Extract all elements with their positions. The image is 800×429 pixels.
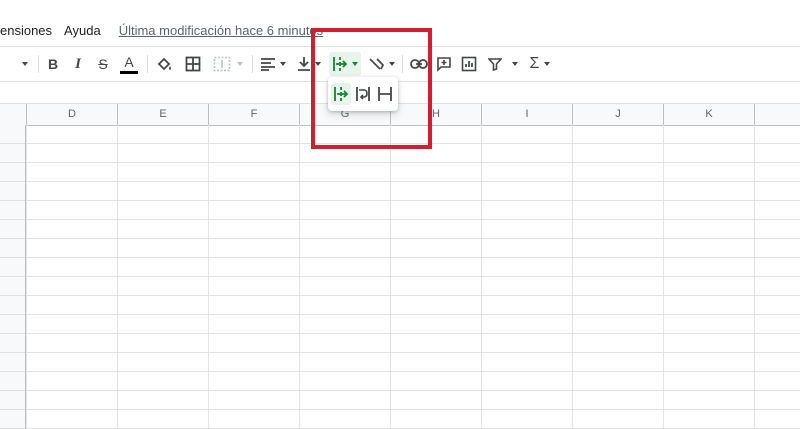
text-wrapping-icon bbox=[333, 57, 348, 71]
column-header[interactable]: E bbox=[118, 104, 209, 125]
horizontal-align-icon bbox=[261, 58, 275, 71]
borders-icon bbox=[185, 56, 201, 72]
italic-button[interactable]: I bbox=[69, 52, 87, 76]
toolbar-divider bbox=[147, 55, 148, 73]
text-rotation-icon bbox=[368, 58, 384, 70]
column-header[interactable]: J bbox=[573, 104, 664, 125]
text-color-icon: A bbox=[124, 53, 134, 70]
toolbar: B I S A Σ bbox=[0, 46, 800, 82]
wrap-icon bbox=[356, 87, 370, 101]
wrap-overflow-option[interactable] bbox=[331, 83, 351, 105]
caret-down-icon bbox=[352, 62, 358, 66]
column-header[interactable]: H bbox=[391, 104, 482, 125]
wrap-wrap-option[interactable] bbox=[353, 83, 373, 105]
strikethrough-button[interactable]: S bbox=[94, 52, 112, 76]
chart-icon bbox=[461, 56, 477, 72]
toolbar-divider bbox=[402, 55, 403, 73]
clip-icon bbox=[378, 87, 392, 101]
fill-color-icon bbox=[157, 57, 171, 71]
overflow-icon bbox=[334, 87, 349, 101]
functions-icon: Σ bbox=[529, 55, 540, 72]
vertical-align-button[interactable] bbox=[294, 52, 324, 76]
caret-down-icon bbox=[280, 62, 286, 66]
text-wrapping-menu bbox=[328, 77, 398, 111]
link-button[interactable] bbox=[408, 52, 430, 76]
chart-button[interactable] bbox=[458, 52, 480, 76]
text-color-button[interactable]: A bbox=[118, 52, 140, 76]
merge-cells-icon bbox=[213, 56, 231, 72]
functions-button[interactable]: Σ bbox=[526, 52, 554, 76]
caret-down-icon[interactable] bbox=[18, 52, 32, 76]
cell-grid[interactable] bbox=[0, 125, 800, 429]
wrap-clip-option[interactable] bbox=[375, 83, 395, 105]
horizontal-align-button[interactable] bbox=[258, 52, 288, 76]
text-rotation-button[interactable] bbox=[366, 52, 396, 76]
last-modified-link[interactable]: Última modificación hace 6 minutos bbox=[107, 23, 329, 38]
borders-button[interactable] bbox=[182, 52, 204, 76]
comment-icon bbox=[437, 57, 451, 72]
column-header-partial[interactable] bbox=[755, 104, 800, 125]
column-header[interactable]: I bbox=[482, 104, 573, 125]
text-wrapping-button[interactable] bbox=[329, 52, 361, 76]
caret-down-icon bbox=[237, 62, 243, 66]
row-headers[interactable] bbox=[0, 125, 26, 429]
caret-down-icon bbox=[512, 62, 518, 66]
caret-down-icon bbox=[388, 62, 395, 66]
filter-button[interactable] bbox=[484, 52, 506, 76]
column-header[interactable]: F bbox=[209, 104, 300, 125]
column-header[interactable]: K bbox=[664, 104, 755, 125]
comment-button[interactable] bbox=[433, 52, 455, 76]
column-header[interactable]: D bbox=[27, 104, 118, 125]
filter-icon bbox=[488, 58, 502, 71]
text-color-swatch bbox=[120, 70, 138, 74]
fill-color-button[interactable] bbox=[154, 52, 176, 76]
bold-button[interactable]: B bbox=[44, 52, 62, 76]
column-headers: D E F G H I J K bbox=[0, 103, 800, 126]
merge-cells-button[interactable] bbox=[210, 52, 246, 76]
menu-help[interactable]: Ayuda bbox=[58, 23, 107, 38]
caret-down-icon bbox=[544, 62, 551, 66]
menu-bar: ensiones Ayuda Última modificación hace … bbox=[0, 18, 800, 42]
link-icon bbox=[410, 59, 428, 69]
caret-down-icon bbox=[315, 62, 321, 66]
toolbar-divider bbox=[252, 55, 253, 73]
filter-views-caret[interactable] bbox=[508, 52, 522, 76]
menu-extensions[interactable]: ensiones bbox=[0, 23, 58, 38]
vertical-align-icon bbox=[298, 57, 310, 71]
toolbar-divider bbox=[38, 55, 39, 73]
row-header-corner[interactable] bbox=[0, 104, 27, 125]
